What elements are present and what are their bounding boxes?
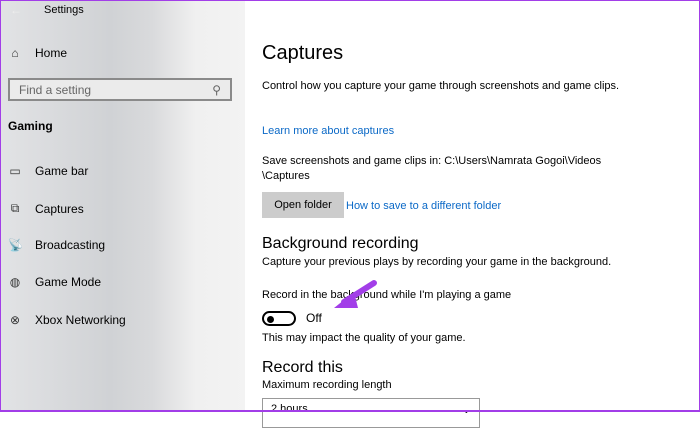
background-recording-description: Capture your previous plays by recording… [262, 256, 612, 268]
xbox-icon: ⊗ [9, 313, 21, 327]
annotation-arrow-icon [334, 280, 377, 308]
max-length-dropdown[interactable]: 2 hours ⌄ [262, 398, 480, 428]
page-description: Control how you capture your game throug… [262, 80, 620, 92]
search-icon: ⚲ [212, 83, 221, 97]
sidebar-item-captures[interactable]: ⧉ Captures [8, 201, 84, 216]
home-label: Home [35, 46, 68, 60]
nav-label: Xbox Networking [35, 313, 126, 327]
toggle-label: Record in the background while I'm playi… [262, 289, 512, 301]
nav-label: Game bar [35, 164, 89, 178]
nav-label: Game Mode [35, 275, 102, 289]
chevron-down-icon: ⌄ [461, 404, 471, 416]
search-input[interactable]: Find a setting ⚲ [8, 78, 232, 101]
sidebar-item-game-bar[interactable]: ▭ Game bar [8, 164, 88, 178]
save-location: Save screenshots and game clips in: C:\U… [262, 155, 602, 182]
home-icon: ⌂ [11, 46, 19, 60]
game-mode-icon: ◍ [9, 275, 21, 289]
learn-more-link[interactable]: Learn more about captures [262, 124, 394, 139]
game-bar-icon: ▭ [9, 164, 21, 178]
broadcasting-icon: 📡 [8, 238, 23, 252]
sidebar-item-xbox-networking[interactable]: ⊗ Xbox Networking [8, 313, 126, 327]
sidebar: ← Settings ⌂ Home Find a setting ⚲ Gaming … [0, 0, 245, 412]
search-placeholder: Find a setting [19, 83, 92, 97]
background-recording-toggle[interactable] [262, 311, 296, 326]
how-to-save-link[interactable]: How to save to a different folder [346, 199, 501, 214]
record-this-heading: Record this [262, 359, 343, 376]
sidebar-item-home[interactable]: ⌂ Home [8, 46, 67, 60]
max-length-label: Maximum recording length [262, 379, 392, 391]
captures-icon: ⧉ [10, 201, 20, 215]
section-heading: Gaming [8, 119, 53, 133]
background-recording-heading: Background recording [262, 235, 419, 252]
open-folder-button[interactable]: Open folder [262, 192, 344, 218]
sidebar-item-game-mode[interactable]: ◍ Game Mode [8, 275, 101, 289]
window-title: Settings [44, 4, 84, 16]
dropdown-value: 2 hours [271, 403, 308, 415]
sidebar-item-broadcasting[interactable]: 📡 Broadcasting [8, 238, 105, 252]
nav-label: Captures [35, 201, 84, 216]
quality-note: This may impact the quality of your game… [262, 332, 466, 344]
nav-label: Broadcasting [35, 238, 106, 252]
toggle-state: Off [306, 311, 322, 325]
back-arrow-icon[interactable]: ← [10, 3, 22, 17]
page-title: Captures [262, 42, 344, 64]
